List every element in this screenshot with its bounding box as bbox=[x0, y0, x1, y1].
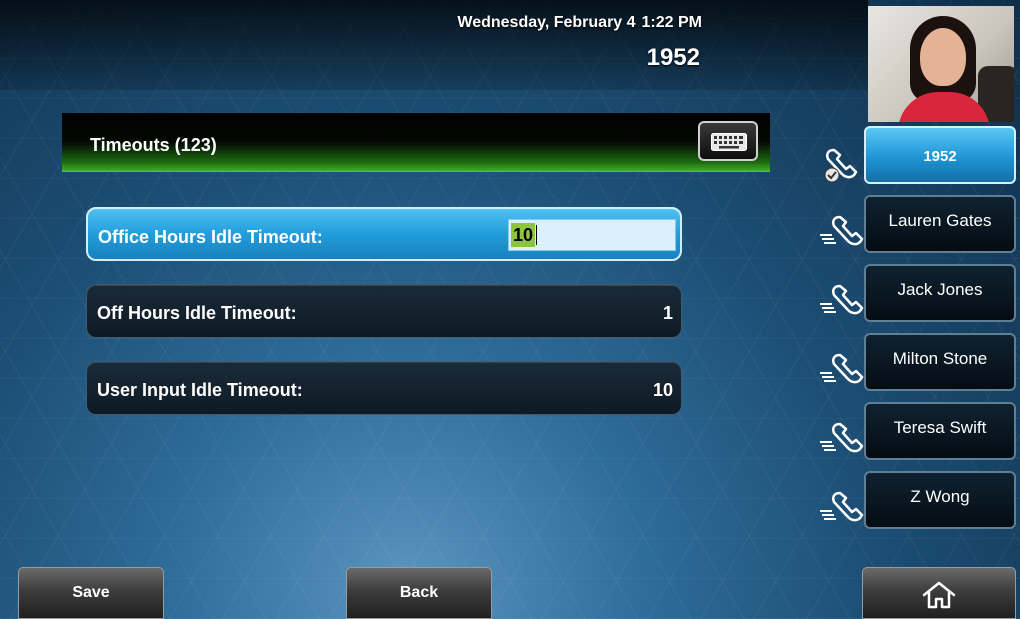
extension-number: 1952 bbox=[646, 44, 700, 71]
line-label: Teresa Swift bbox=[893, 418, 987, 437]
input-value: 10 bbox=[511, 223, 538, 247]
page-title: Timeouts (123) bbox=[90, 135, 217, 155]
line-label: Milton Stone bbox=[892, 349, 988, 368]
keyboard-icon bbox=[711, 133, 747, 151]
setting-value: 10 bbox=[652, 380, 673, 400]
setting-row-off-hours[interactable]: Off Hours Idle Timeout: 1 bbox=[86, 284, 682, 338]
phone-speed-dial-icon bbox=[820, 215, 864, 246]
save-button-label: Save bbox=[72, 584, 110, 601]
line-key-milton-stone[interactable]: Milton Stone bbox=[864, 333, 1016, 391]
line-key-teresa-swift[interactable]: Teresa Swift bbox=[864, 402, 1016, 460]
line-label: 1952 bbox=[923, 148, 957, 165]
panel-title-bar: Timeouts (123) bbox=[62, 113, 770, 172]
line-key-lauren-gates[interactable]: Lauren Gates bbox=[864, 195, 1016, 253]
line-label: Lauren Gates bbox=[888, 211, 992, 230]
back-button-label: Back bbox=[399, 584, 439, 601]
line-key-1952[interactable]: 1952 bbox=[864, 126, 1016, 184]
user-avatar bbox=[868, 6, 1014, 122]
phone-speed-dial-icon bbox=[820, 491, 864, 522]
line-key-z-wong[interactable]: Z Wong bbox=[864, 471, 1016, 529]
status-bar: Wednesday, February 4 1:22 PM 1952 bbox=[0, 0, 868, 90]
phone-speed-dial-icon bbox=[820, 284, 864, 315]
phone-speed-dial-icon bbox=[820, 422, 864, 453]
save-button[interactable]: Save bbox=[18, 567, 164, 619]
line-key-jack-jones[interactable]: Jack Jones bbox=[864, 264, 1016, 322]
line-label: Jack Jones bbox=[897, 280, 983, 299]
home-button[interactable] bbox=[862, 567, 1016, 619]
setting-label: Off Hours Idle Timeout: bbox=[97, 303, 297, 323]
home-icon bbox=[922, 581, 956, 609]
setting-row-user-input[interactable]: User Input Idle Timeout: 10 bbox=[86, 361, 682, 415]
phone-registered-icon bbox=[824, 148, 858, 183]
date-time: Wednesday, February 4 1:22 PM bbox=[457, 14, 702, 32]
setting-row-office-hours[interactable]: Office Hours Idle Timeout: 10 bbox=[86, 207, 682, 261]
line-label: Z Wong bbox=[910, 487, 970, 506]
back-button[interactable]: Back bbox=[346, 567, 492, 619]
phone-speed-dial-icon bbox=[820, 353, 864, 384]
office-hours-timeout-input[interactable]: 10 bbox=[508, 219, 676, 251]
setting-label: Office Hours Idle Timeout: bbox=[98, 227, 323, 247]
date-text: Wednesday, February 4 bbox=[457, 14, 636, 31]
keyboard-button[interactable] bbox=[698, 121, 758, 161]
setting-label: User Input Idle Timeout: bbox=[97, 380, 303, 400]
time-text: 1:22 PM bbox=[641, 14, 702, 31]
setting-value: 1 bbox=[662, 303, 673, 323]
